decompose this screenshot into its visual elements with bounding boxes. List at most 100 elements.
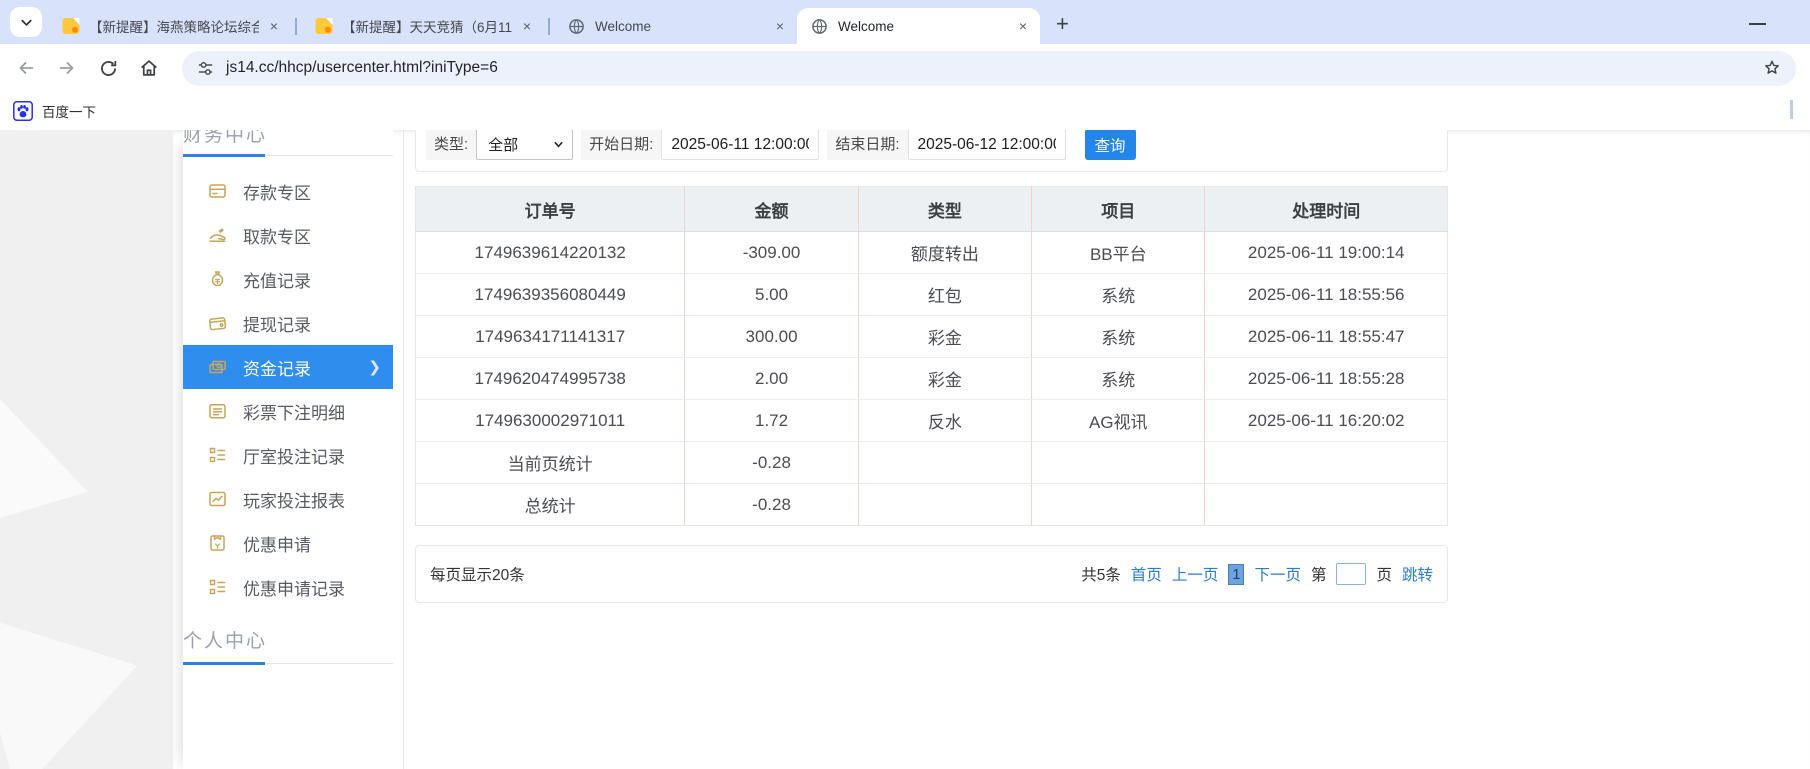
type-select[interactable]: 全部 [476,130,573,160]
url-text[interactable]: js14.cc/hhcp/usercenter.html?iniType=6 [226,59,498,77]
wallet-icon [207,313,229,333]
table-cell: 2025-06-11 16:20:02 [1205,400,1448,442]
search-button[interactable]: 查询 [1085,130,1136,160]
main-content: 类型: 全部 开始日期: 结束日期: 查询 订单号金额类型项目处理时间 [415,130,1448,769]
minimize-button[interactable] [1749,23,1766,25]
table-cell: 1749620474995738 [416,358,685,400]
sidebar-item-label: 优惠申请 [243,531,311,556]
banknotes-icon [207,357,229,377]
start-date-input[interactable] [661,130,819,160]
table-header-row: 订单号金额类型项目处理时间 [416,187,1448,232]
bookmark-baidu[interactable]: 百度一下 [13,101,96,121]
table-cell [1205,442,1448,484]
page-left-background [0,130,173,769]
sidebar-item-money-bag[interactable]: 充值记录❯ [183,257,393,301]
chevron-down-icon [19,15,34,30]
pager-controls: 共5条 首页 上一页 1 下一页 第 页 跳转 [1081,563,1433,585]
tab-title: 【新提醒】海燕策略论坛综合交 [89,16,259,36]
start-date-label: 开始日期: [581,130,661,160]
forum-favicon-icon [315,17,333,35]
new-tab-button[interactable]: + [1056,14,1069,34]
type-select-value: 全部 [488,134,518,155]
tree-list-icon [207,577,229,597]
first-page-link[interactable]: 首页 [1131,563,1162,585]
tab-search-button[interactable] [10,7,42,37]
column-header: 订单号 [416,187,685,232]
address-bar[interactable]: js14.cc/hhcp/usercenter.html?iniType=6 [182,51,1796,86]
table-cell [1032,442,1205,484]
site-settings-icon[interactable] [196,59,215,78]
sidebar-item-wallet[interactable]: 提现记录❯ [183,301,393,345]
table-row: 1749639614220132-309.00额度转出BB平台2025-06-1… [416,232,1448,274]
browser-window: 【新提醒】海燕策略论坛综合交×【新提醒】天天竞猜（6月11日×Welcome×W… [0,0,1810,769]
end-date-input[interactable] [908,130,1066,160]
coupon-icon [207,533,229,553]
chevron-right-icon: ❯ [368,358,381,376]
prev-page-link[interactable]: 上一页 [1172,563,1219,585]
sidebar: 财务中心 存款专区❯取款专区❯充值记录❯提现记录❯资金记录❯彩票下注明细❯厅室投… [183,130,393,769]
browser-tab[interactable]: Welcome × [554,8,797,44]
current-page-badge: 1 [1228,564,1244,585]
tab-title: Welcome [838,19,1008,34]
browser-tab[interactable]: 【新提醒】天天竞猜（6月11日× [301,8,544,44]
column-header: 金额 [685,187,858,232]
jump-suffix-label: 页 [1376,563,1392,585]
jump-button[interactable]: 跳转 [1402,563,1433,585]
table-cell: 1749630002971011 [416,400,685,442]
table-cell: 1749639356080449 [416,274,685,316]
records-table: 订单号金额类型项目处理时间 1749639614220132-309.00额度转… [415,186,1448,526]
table-cell: 当前页统计 [416,442,685,484]
bookmark-label: 百度一下 [42,101,96,121]
bookmark-star-icon[interactable] [1762,58,1782,78]
tab-close-icon[interactable]: × [265,17,283,35]
tab-close-icon[interactable]: × [518,17,536,35]
table-cell: 总统计 [416,484,685,526]
list-icon [207,401,229,421]
tab-divider [548,18,550,35]
table-cell: 额度转出 [858,232,1031,274]
browser-toolbar: js14.cc/hhcp/usercenter.html?iniType=6 [0,44,1810,92]
tab-close-icon[interactable]: × [771,17,789,35]
sidebar-item-label: 厅室投注记录 [243,443,345,468]
sidebar-item-card[interactable]: 存款专区❯ [183,169,393,213]
sidebar-item-hand-coin[interactable]: 取款专区❯ [183,213,393,257]
browser-tab[interactable]: Welcome × [797,8,1040,44]
bookmarks-bar: 百度一下 [0,92,1810,130]
reload-button[interactable] [96,56,120,80]
page-size-text: 每页显示20条 [430,563,525,585]
table-cell: BB平台 [1032,232,1205,274]
sidebar-item-chart[interactable]: 玩家投注报表❯ [183,477,393,521]
sidebar-item-coupon[interactable]: 优惠申请❯ [183,521,393,565]
sidebar-item-list[interactable]: 彩票下注明细❯ [183,389,393,433]
sidebar-item-tree-list[interactable]: 厅室投注记录❯ [183,433,393,477]
forward-button[interactable] [55,56,79,80]
table-row: 17496393560804495.00红包系统2025-06-11 18:55… [416,274,1448,316]
table-cell: 系统 [1032,316,1205,358]
table-cell [1205,484,1448,526]
decorative-triangle [0,381,108,569]
table-row: 17496300029710111.72反水AG视讯2025-06-11 16:… [416,400,1448,442]
sidebar-section-personal: 个人中心 [183,626,393,653]
table-cell: 反水 [858,400,1031,442]
table-row: 1749634171141317300.00彩金系统2025-06-11 18:… [416,316,1448,358]
home-button[interactable] [137,56,161,80]
money-bag-icon [207,269,229,289]
tree-list-icon [207,445,229,465]
table-row: 17496204749957382.00彩金系统2025-06-11 18:55… [416,358,1448,400]
page-jump-input[interactable] [1336,563,1366,585]
sidebar-item-label: 彩票下注明细 [243,399,345,424]
table-cell: -309.00 [685,232,858,274]
browser-tab[interactable]: 【新提醒】海燕策略论坛综合交 × [48,8,291,44]
table-cell [1032,484,1205,526]
sidebar-divider [403,130,404,769]
tab-close-icon[interactable]: × [1014,17,1032,35]
sidebar-item-banknotes[interactable]: 资金记录❯ [183,345,393,389]
sidebar-item-label: 充值记录 [243,267,311,292]
next-page-link[interactable]: 下一页 [1254,563,1301,585]
column-header: 处理时间 [1205,187,1448,232]
tab-title: Welcome [595,19,765,34]
sidebar-item-tree-list[interactable]: 优惠申请记录❯ [183,565,393,609]
table-cell: 红包 [858,274,1031,316]
edge-marker [1790,100,1793,119]
back-button[interactable] [14,56,38,80]
